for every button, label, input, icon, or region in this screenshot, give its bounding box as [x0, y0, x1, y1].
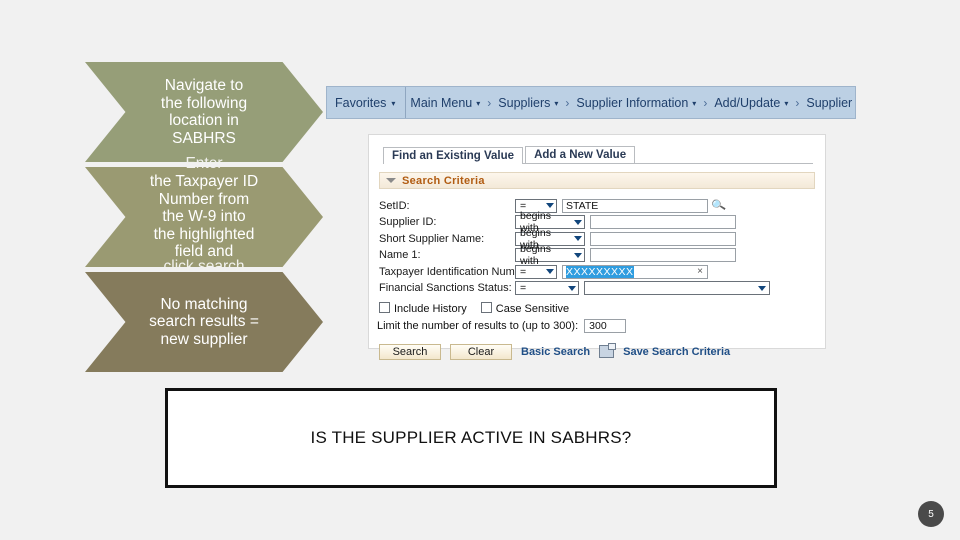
result-limit-label: Limit the number of results to (up to 30…: [377, 319, 579, 332]
process-step-3: No matching search results = new supplie…: [85, 272, 323, 372]
checkbox-label: Include History: [394, 302, 467, 315]
chevron-down-icon: ▾: [554, 98, 559, 108]
process-step-1-label: Navigate to the following location in SA…: [160, 77, 248, 147]
breadcrumb-separator-icon: ›: [565, 95, 570, 110]
tin-operator-select[interactable]: =: [515, 264, 557, 279]
field-label: Supplier ID:: [379, 216, 437, 228]
tab-bar: Find an Existing Value Add a New Value: [383, 145, 813, 164]
tab-label: Add a New Value: [534, 149, 627, 161]
breadcrumb-favorites[interactable]: Favorites ▾: [327, 87, 407, 118]
breadcrumb-favorites-label: Favorites: [335, 95, 387, 110]
chevron-down-icon: ▾: [692, 98, 697, 108]
clear-field-icon[interactable]: ×: [697, 266, 703, 277]
process-step-2-label: the Taxpayer ID Number from the W-9 into…: [149, 173, 259, 261]
chevron-down-icon: [546, 203, 554, 208]
search-button[interactable]: Search: [379, 343, 441, 360]
breadcrumb-item-supplier-information[interactable]: Supplier Information ▾: [572, 96, 700, 110]
result-limit-value: 300: [589, 319, 607, 332]
checkbox-box-icon[interactable]: [480, 301, 492, 313]
checkbox-box-icon[interactable]: [379, 301, 390, 313]
result-limit-input[interactable]: 300: [584, 318, 627, 333]
checkbox-include-history[interactable]: Include History: [379, 301, 467, 315]
search-button-label: Search: [392, 345, 428, 358]
search-options: Include History Case Sensitive: [379, 301, 825, 315]
operator-value: =: [520, 265, 527, 278]
breadcrumb-item-supplier[interactable]: Supplier: [802, 96, 856, 110]
taxpayer-identification-number-input[interactable]: XXXXXXXXX ×: [562, 264, 708, 279]
result-limit-row: Limit the number of results to (up to 30…: [377, 318, 825, 333]
search-actions: Search Clear Basic Search Save Search Cr…: [379, 343, 825, 360]
collapse-triangle-icon[interactable]: [386, 178, 396, 183]
short-supplier-name-input[interactable]: [590, 231, 736, 246]
field-row-financial-sanctions-status: Financial Sanctions Status: =: [379, 281, 825, 296]
field-label: Name 1:: [379, 249, 421, 261]
page-number-badge: 5: [918, 501, 944, 527]
supplier-id-input[interactable]: [590, 215, 736, 229]
checkbox-label: Case Sensitive: [495, 302, 570, 315]
search-criteria-header[interactable]: Search Criteria: [379, 172, 815, 189]
field-row-short-supplier-name: Short Supplier Name: begins with: [379, 227, 825, 251]
sanctions-value-select[interactable]: [584, 281, 770, 295]
save-criteria-icon[interactable]: [599, 343, 617, 358]
checkbox-case-sensitive[interactable]: Case Sensitive: [480, 301, 570, 315]
basic-search-link[interactable]: Basic Search: [521, 346, 590, 358]
field-label: Financial Sanctions Status:: [379, 282, 512, 294]
question-text: IS THE SUPPLIER ACTIVE IN SABHRS?: [310, 428, 632, 447]
search-panel: Find an Existing Value Add a New Value S…: [368, 134, 826, 360]
chevron-down-icon: [574, 219, 582, 225]
breadcrumb-item-label: Add/Update: [714, 95, 781, 110]
breadcrumb-separator-icon: ›: [487, 95, 492, 110]
clear-button[interactable]: Clear: [450, 343, 512, 360]
process-step-2: the Taxpayer ID Number from the W-9 into…: [85, 167, 323, 267]
chevron-down-icon: [546, 269, 554, 274]
chevron-down-icon: ▾: [476, 98, 481, 108]
field-row-name-1: Name 1: begins with: [379, 243, 825, 267]
sanctions-operator-select[interactable]: =: [515, 281, 579, 295]
tab-add-a-new-value[interactable]: Add a New Value: [525, 146, 636, 163]
clear-button-label: Clear: [467, 345, 495, 358]
name-1-input[interactable]: [590, 248, 736, 262]
page-number: 5: [928, 508, 934, 520]
breadcrumb-item-label: Suppliers: [498, 95, 551, 110]
process-step-1: Navigate to the following location in SA…: [85, 62, 323, 162]
operator-value: =: [520, 282, 527, 294]
breadcrumb-item-suppliers[interactable]: Suppliers ▾: [494, 96, 562, 110]
chevron-down-icon: [574, 252, 582, 258]
breadcrumb: Favorites ▾ Main Menu ▾ › Suppliers ▾ › …: [326, 86, 856, 119]
process-flow: Navigate to the following location in SA…: [85, 62, 323, 377]
field-row-setid: SetID: = STATE 🔍: [379, 198, 825, 213]
field-row-taxpayer-identification-number: Taxpayer Identification Number: = XXXXXX…: [379, 264, 825, 279]
tab-find-an-existing-value[interactable]: Find an Existing Value: [383, 147, 524, 164]
tab-label: Find an Existing Value: [392, 150, 515, 162]
question-box: IS THE SUPPLIER ACTIVE IN SABHRS?: [165, 388, 777, 488]
field-label: SetID:: [379, 199, 410, 212]
process-step-3-label: No matching search results = new supplie…: [149, 295, 259, 348]
tin-value: XXXXXXXXX: [566, 265, 634, 278]
field-label: Short Supplier Name:: [379, 232, 485, 245]
breadcrumb-item-main-menu[interactable]: Main Menu ▾: [406, 96, 484, 110]
breadcrumb-separator-icon: ›: [703, 95, 708, 110]
chevron-down-icon: ▾: [784, 98, 789, 108]
breadcrumb-item-label: Supplier: [806, 95, 853, 110]
breadcrumb-item-label: Supplier Information: [576, 95, 689, 110]
breadcrumb-separator-icon: ›: [795, 95, 800, 110]
setid-input[interactable]: STATE: [562, 198, 708, 213]
search-form: SetID: = STATE 🔍 Supplier ID: begins wit…: [379, 198, 825, 296]
chevron-down-icon: [758, 285, 766, 291]
save-search-criteria-link[interactable]: Save Search Criteria: [623, 346, 730, 358]
field-row-supplier-id: Supplier ID: begins with: [379, 210, 825, 234]
chevron-down-icon: [574, 236, 582, 241]
breadcrumb-item-label: Main Menu: [410, 95, 473, 110]
chevron-down-icon: [568, 285, 576, 291]
chevron-down-icon: ▾: [391, 98, 396, 108]
peoplesoft-screenshot: Favorites ▾ Main Menu ▾ › Suppliers ▾ › …: [326, 86, 856, 360]
search-criteria-title: Search Criteria: [402, 174, 485, 187]
field-label: Taxpayer Identification Number:: [379, 265, 534, 278]
breadcrumb-item-add-update[interactable]: Add/Update ▾: [710, 96, 792, 110]
operator-value: begins with: [520, 243, 551, 267]
name-1-operator-select[interactable]: begins with: [515, 243, 585, 267]
magnifier-icon[interactable]: 🔍: [711, 198, 727, 214]
